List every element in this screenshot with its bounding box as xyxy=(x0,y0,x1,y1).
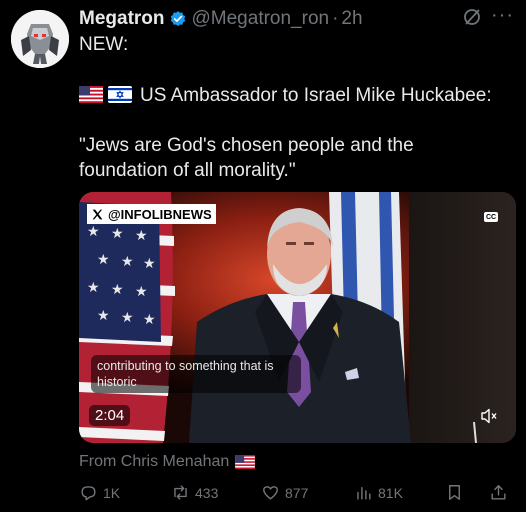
tweet-text-line-1: NEW: xyxy=(79,34,129,55)
svg-text:★: ★ xyxy=(111,226,124,242)
reply-count: 1K xyxy=(103,484,121,501)
video-player[interactable]: ★ ★ ★ ★ ★ ★ ★ ★ ★ ★ ★ ★ @INFOLIBNEWS CC … xyxy=(79,192,516,443)
repost-icon xyxy=(174,485,187,500)
author-name[interactable]: Megatron xyxy=(79,8,165,30)
svg-text:★: ★ xyxy=(121,310,134,326)
svg-text:★: ★ xyxy=(97,252,110,268)
post-time[interactable]: 2h xyxy=(341,8,362,30)
svg-text:★: ★ xyxy=(87,224,100,240)
like-count: 877 xyxy=(285,484,309,501)
svg-text:★: ★ xyxy=(143,312,156,328)
views-icon xyxy=(357,487,371,500)
like-button[interactable]: 877 xyxy=(261,483,308,502)
closed-captions-button[interactable]: CC xyxy=(484,212,498,222)
share-button[interactable] xyxy=(489,483,508,502)
tweet-text-line-3: "Jews are God's chosen people and the xyxy=(79,135,414,156)
us-flag-icon xyxy=(79,86,103,103)
mute-icon[interactable] xyxy=(480,408,498,424)
source-attribution[interactable]: From Chris Menahan xyxy=(79,453,256,471)
svg-text:★: ★ xyxy=(121,254,134,270)
grok-icon[interactable] xyxy=(462,7,482,27)
source-label: From Chris Menahan xyxy=(79,453,230,470)
tweet-text-line-2: US Ambassador to Israel Mike Huckabee: xyxy=(79,84,492,108)
bookmark-icon xyxy=(449,485,460,500)
reply-button[interactable]: 1K xyxy=(79,483,120,502)
views-count: 81K xyxy=(378,484,403,501)
author-handle[interactable]: @Megatron_ron xyxy=(192,8,330,30)
watermark-text: @INFOLIBNEWS xyxy=(108,206,212,222)
svg-text:★: ★ xyxy=(135,228,148,244)
verified-badge-icon xyxy=(170,11,185,27)
views-button[interactable]: 81K xyxy=(354,483,403,502)
more-options-icon[interactable]: ··· xyxy=(491,4,514,27)
israel-flag-icon xyxy=(108,86,132,103)
bookmark-button[interactable] xyxy=(445,483,464,502)
repost-count: 433 xyxy=(195,484,219,501)
video-duration: 2:04 xyxy=(89,405,131,426)
watermark-logo: @INFOLIBNEWS xyxy=(87,204,216,224)
heart-icon xyxy=(263,486,278,500)
action-bar: 1K 433 877 81K xyxy=(79,483,516,505)
svg-text:★: ★ xyxy=(97,308,110,324)
separator-dot: · xyxy=(332,8,339,29)
svg-text:★: ★ xyxy=(111,282,124,298)
flag-group xyxy=(79,86,132,103)
tweet-text-line-2-text: US Ambassador to Israel Mike Huckabee: xyxy=(140,85,492,106)
us-flag-icon xyxy=(235,455,256,469)
svg-text:★: ★ xyxy=(135,284,148,300)
repost-button[interactable]: 433 xyxy=(171,483,218,502)
video-caption: contributing to something that is histor… xyxy=(91,355,301,393)
reply-icon xyxy=(81,486,96,501)
svg-text:★: ★ xyxy=(143,256,156,272)
post-header: Megatron @Megatron_ron · 2h xyxy=(79,6,526,32)
svg-text:★: ★ xyxy=(87,280,100,296)
tweet-text-line-4: foundation of all morality." xyxy=(79,160,296,181)
avatar[interactable] xyxy=(11,10,69,68)
share-icon xyxy=(491,485,506,500)
x-logo-icon xyxy=(92,209,103,219)
video-frame: ★ ★ ★ ★ ★ ★ ★ ★ ★ ★ ★ ★ xyxy=(79,192,516,443)
